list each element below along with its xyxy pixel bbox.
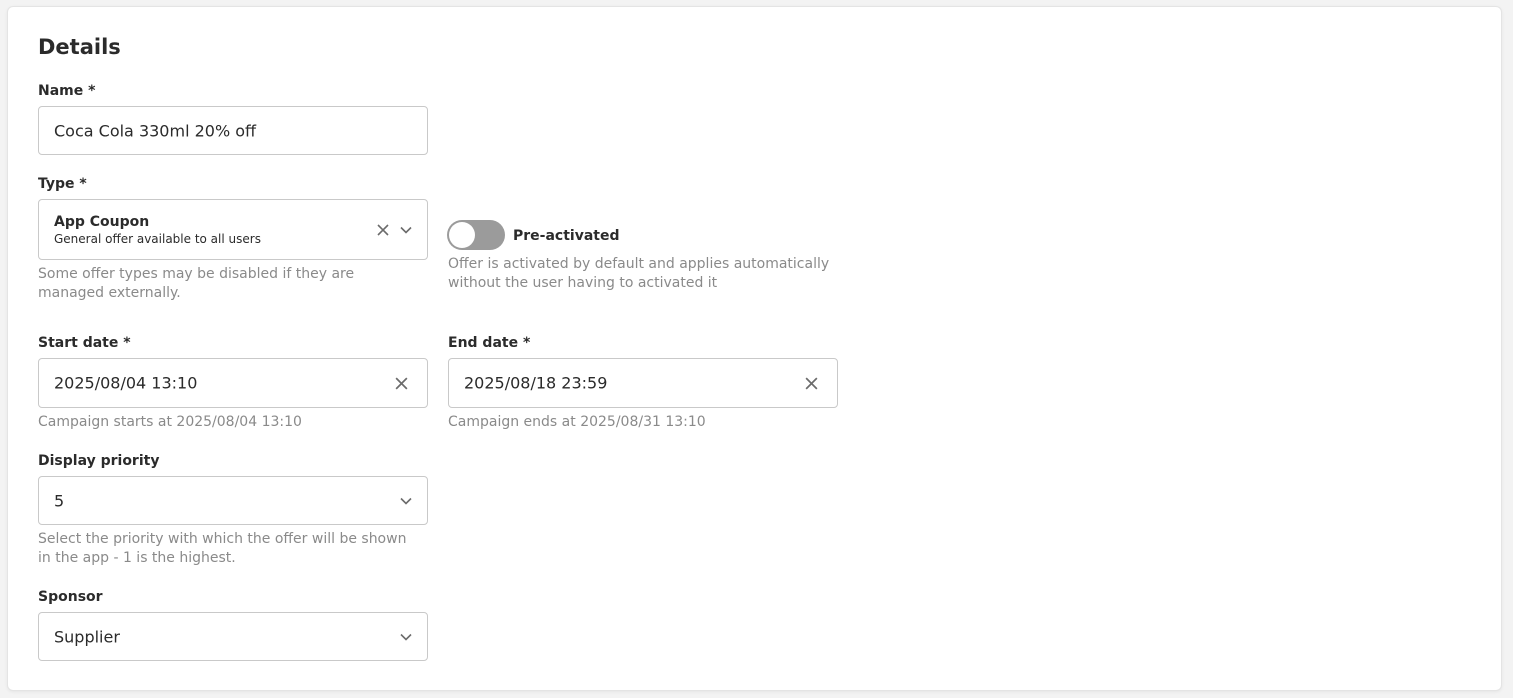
sponsor-select[interactable]: Supplier [38, 612, 428, 661]
display-priority-label: Display priority [38, 453, 160, 469]
display-priority-select[interactable]: 5 [38, 476, 428, 525]
type-selected-title: App Coupon [54, 214, 150, 230]
section-title: Details [38, 35, 121, 59]
end-date-label: End date * [448, 335, 531, 351]
type-helper-text: Some offer types may be disabled if they… [38, 266, 355, 301]
start-date-input[interactable]: 2025/08/04 13:10 [38, 358, 428, 408]
name-label: Name * [38, 83, 96, 99]
chevron-down-icon[interactable] [397, 492, 415, 510]
end-date-helper-text: Campaign ends at 2025/08/31 13:10 [448, 414, 706, 430]
end-date-input[interactable]: 2025/08/18 23:59 [448, 358, 838, 408]
start-date-label: Start date * [38, 335, 131, 351]
type-label: Type * [38, 176, 87, 192]
type-select[interactable]: App Coupon General offer available to al… [38, 199, 428, 260]
chevron-down-icon[interactable] [397, 221, 415, 239]
start-date-value: 2025/08/04 13:10 [54, 373, 198, 393]
start-date-helper-text: Campaign starts at 2025/08/04 13:10 [38, 414, 302, 430]
close-icon[interactable] [392, 374, 410, 392]
display-priority-value: 5 [54, 491, 65, 510]
sponsor-value: Supplier [54, 627, 120, 646]
close-icon[interactable] [374, 221, 392, 239]
preactivated-toggle[interactable] [447, 220, 505, 250]
details-card: Details Name * Coca Cola 330ml 20% off T… [7, 6, 1502, 691]
toggle-knob [449, 222, 475, 248]
preactivated-helper-text: Offer is activated by default and applie… [448, 256, 830, 291]
display-priority-helper-text: Select the priority with which the offer… [38, 531, 407, 566]
chevron-down-icon[interactable] [397, 628, 415, 646]
end-date-value: 2025/08/18 23:59 [464, 373, 608, 393]
close-icon[interactable] [802, 374, 820, 392]
name-input-value: Coca Cola 330ml 20% off [54, 121, 257, 140]
name-input[interactable]: Coca Cola 330ml 20% off [38, 106, 428, 155]
preactivated-label: Pre-activated [513, 228, 620, 244]
sponsor-label: Sponsor [38, 589, 103, 605]
type-selected-description: General offer available to all users [54, 232, 261, 246]
